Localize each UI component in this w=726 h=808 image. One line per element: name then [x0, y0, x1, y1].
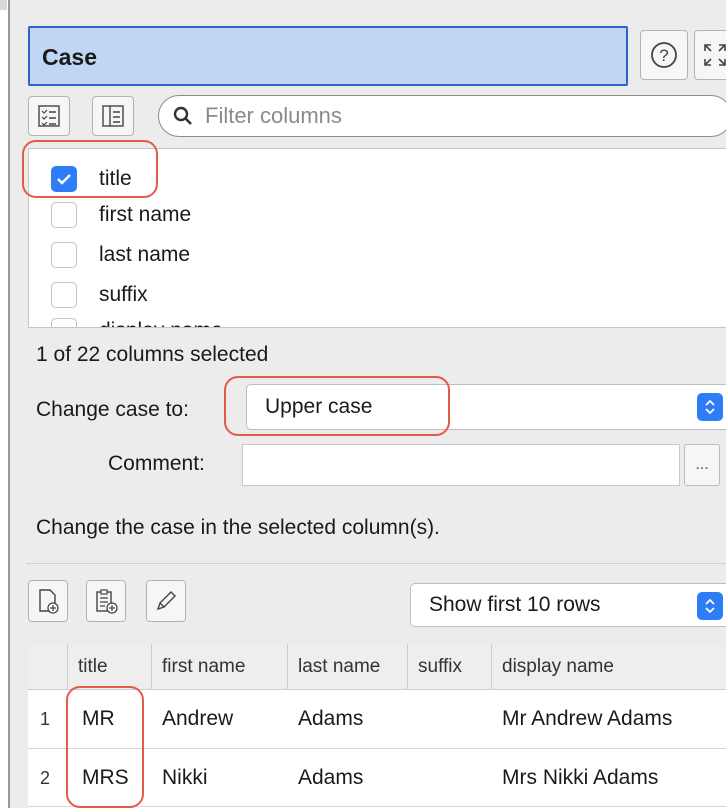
edit-button[interactable]	[146, 580, 186, 622]
column-label: display name	[99, 319, 223, 327]
comment-more-button[interactable]: ...	[684, 444, 720, 486]
table-cell: Mrs Nikki Adams	[502, 766, 659, 789]
header-cell[interactable]: suffix	[408, 644, 492, 690]
comment-input[interactable]	[242, 444, 680, 486]
search-icon	[173, 106, 192, 125]
table-cell: Mr Andrew Adams	[502, 707, 673, 730]
expand-button[interactable]	[694, 30, 726, 80]
column-checkbox[interactable]	[51, 282, 77, 308]
filter-placeholder: Filter columns	[205, 103, 342, 128]
column-item-first-name[interactable]: first name	[51, 199, 191, 231]
column-checkbox[interactable]	[51, 242, 77, 268]
title-highlight	[22, 140, 158, 198]
row-number: 1	[40, 708, 51, 729]
change-case-label: Change case to:	[36, 398, 189, 421]
row-number: 2	[40, 767, 51, 788]
case-panel: Case ? Filter columns title first name l…	[8, 0, 726, 808]
header-cell[interactable]: display name	[492, 644, 726, 690]
case-highlight	[224, 376, 450, 436]
column-checkbox[interactable]	[51, 202, 77, 228]
paste-button[interactable]	[86, 580, 126, 622]
selection-count: 1 of 22 columns selected	[36, 343, 269, 366]
column-item-display-name[interactable]: display name	[51, 315, 223, 327]
rows-select-value: Show first 10 rows	[429, 593, 601, 616]
row-number-header	[28, 644, 68, 690]
comment-label: Comment:	[108, 452, 205, 475]
column-label: last name	[99, 243, 191, 266]
select-stepper-icon	[697, 393, 723, 421]
list-icon	[102, 105, 124, 127]
table-header: title first name last name suffix displa…	[28, 644, 726, 690]
clipboard-icon	[96, 589, 118, 614]
column-label: suffix	[99, 283, 148, 306]
table-cell: Adams	[298, 766, 364, 789]
svg-text:?: ?	[659, 46, 668, 65]
table-cell: Nikki	[162, 766, 208, 789]
expand-icon	[704, 44, 726, 66]
header-cell[interactable]: title	[68, 644, 152, 690]
table-cell: Adams	[298, 707, 364, 730]
new-button[interactable]	[28, 580, 68, 622]
divider	[26, 563, 726, 564]
pencil-icon	[156, 591, 176, 611]
select-all-button[interactable]	[28, 96, 70, 136]
new-document-icon	[39, 589, 59, 614]
result-highlight	[66, 686, 144, 808]
description: Change the case in the selected column(s…	[36, 516, 440, 539]
table-cell: Andrew	[162, 707, 234, 730]
header-cell[interactable]: first name	[152, 644, 288, 690]
header-cell[interactable]: last name	[288, 644, 408, 690]
help-icon: ?	[651, 42, 677, 68]
column-item-last-name[interactable]: last name	[51, 239, 190, 271]
select-stepper-icon	[697, 592, 723, 620]
column-item-suffix[interactable]: suffix	[51, 279, 148, 311]
help-button[interactable]: ?	[640, 30, 688, 80]
rows-select[interactable]: Show first 10 rows	[410, 583, 726, 627]
filter-columns-input[interactable]: Filter columns	[158, 95, 726, 137]
column-checkbox[interactable]	[51, 318, 77, 327]
select-none-button[interactable]	[92, 96, 134, 136]
panel-title[interactable]: Case	[28, 26, 628, 86]
column-label: first name	[99, 203, 192, 226]
checklist-icon	[38, 105, 60, 127]
